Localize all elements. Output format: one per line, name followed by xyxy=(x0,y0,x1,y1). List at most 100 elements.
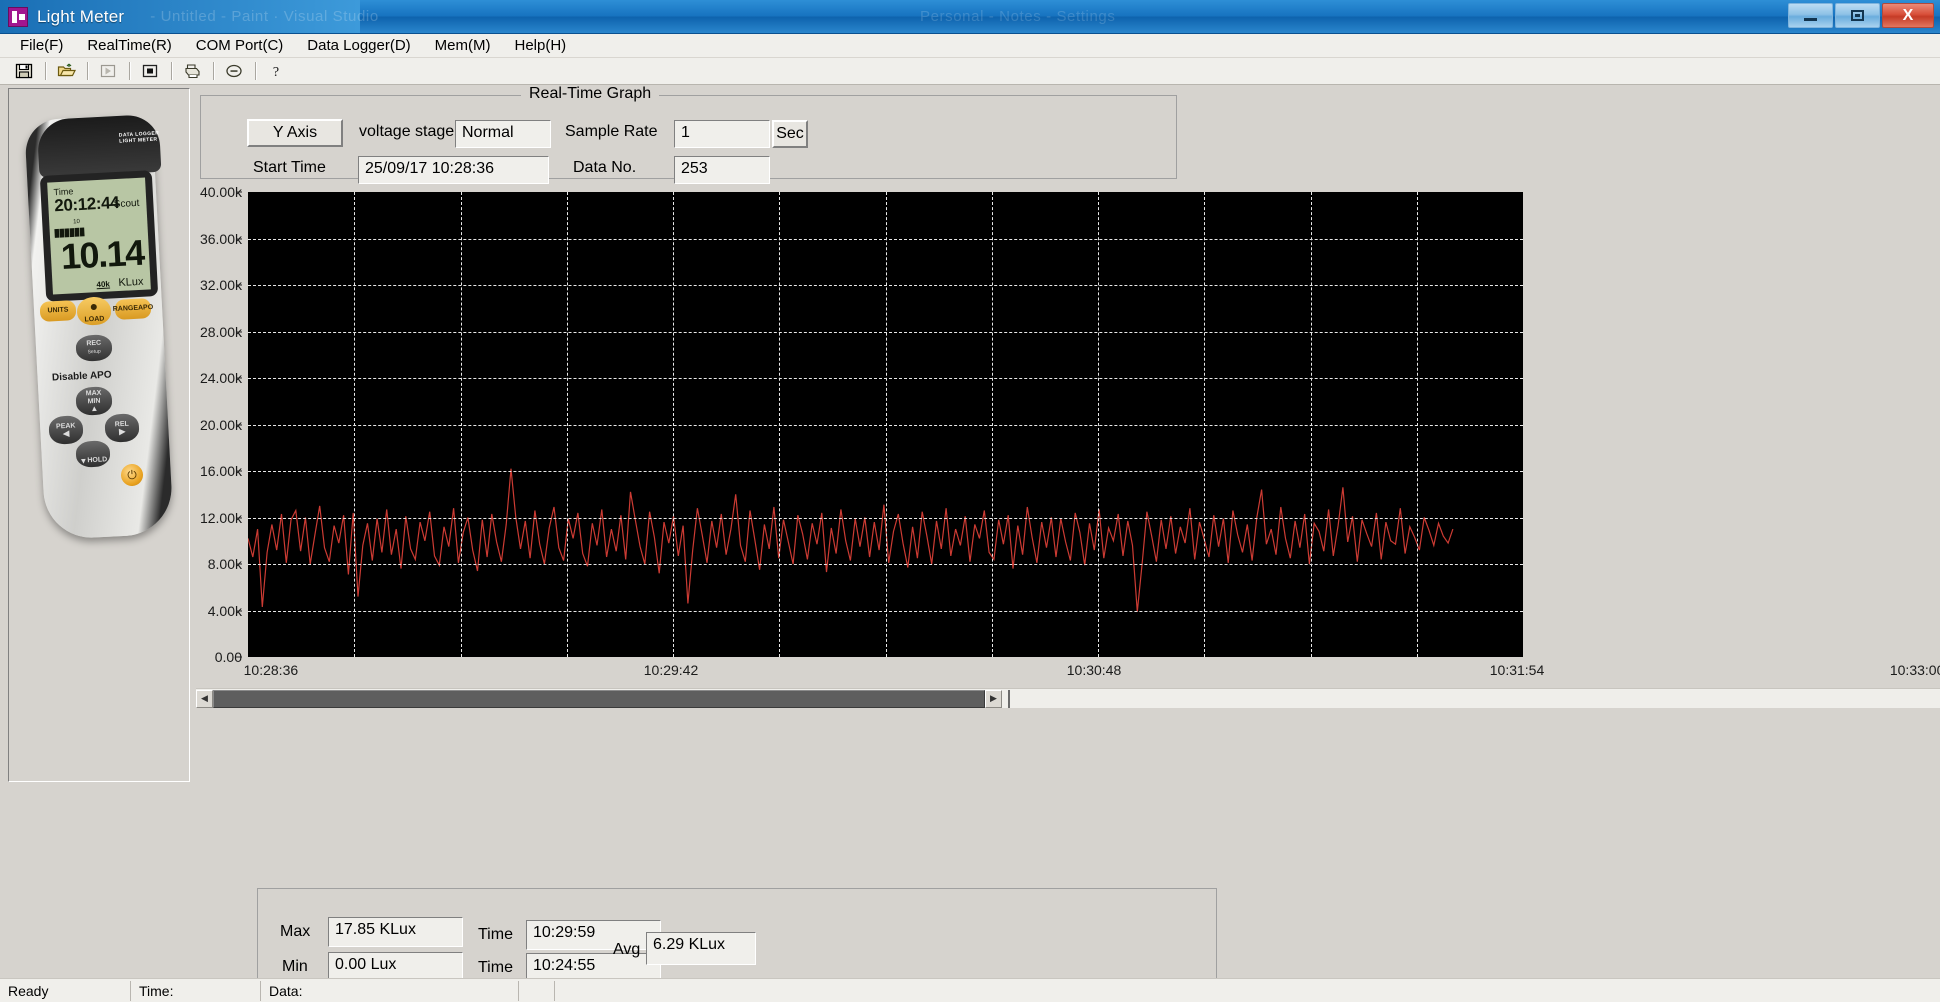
toolbar-separator-3 xyxy=(129,62,131,80)
open-button[interactable] xyxy=(52,59,80,83)
titlebar-ghost-text-2: Personal - Notes - Settings xyxy=(920,8,1116,25)
toolbar: ? xyxy=(0,58,1940,85)
chart-gridline-vertical xyxy=(1204,192,1206,657)
scrollbar-thumb[interactable] xyxy=(213,689,985,708)
window-title: Light Meter xyxy=(37,6,125,26)
sample-rate-unit-button[interactable]: Sec xyxy=(772,120,808,148)
window-titlebar: Light Meter - Untitled - Paint · Visual … xyxy=(0,0,1940,34)
chart-gridline-vertical xyxy=(566,192,568,657)
status-bar: Ready Time: Data: xyxy=(0,978,1940,1002)
device-units-button: UNITS xyxy=(39,300,77,322)
chart-plot-area[interactable] xyxy=(248,192,1523,657)
chart-gridline-vertical xyxy=(779,192,781,657)
avg-label: Avg xyxy=(613,941,641,958)
chart-y-axis: 0.00 4.00k 8.00k 12.00k 16.00k 20.00k 24.00k 28… xyxy=(196,182,248,682)
status-spacer-2 xyxy=(554,980,1940,1001)
y-tick-mark xyxy=(236,517,242,518)
menu-item-help[interactable]: Help(H) xyxy=(503,35,579,56)
scrollbar-track[interactable] xyxy=(1010,689,1940,708)
voltage-stage-field[interactable]: Normal xyxy=(455,120,551,148)
x-tick-label: 10:30:48 xyxy=(1066,662,1122,678)
voltage-stage-label: voltage stage xyxy=(359,123,455,140)
status-time-cell: Time: xyxy=(130,980,260,1001)
zoom-out-button[interactable] xyxy=(220,59,248,83)
print-icon xyxy=(185,64,200,79)
right-arrow-icon: ▶ xyxy=(990,693,997,703)
open-folder-icon xyxy=(57,63,76,77)
realtime-graph-groupbox: Real-Time Graph Y Axis voltage stage Nor… xyxy=(200,85,1177,184)
window-controls: X xyxy=(1786,3,1934,28)
scroll-left-button[interactable]: ◀ xyxy=(196,689,213,708)
toolbar-separator-2 xyxy=(87,62,89,80)
chart-gridline-vertical xyxy=(1310,192,1312,657)
save-button[interactable] xyxy=(10,59,38,83)
chart-x-axis: 10:28:36 10:29:42 10:30:48 10:31:54 10:33:00 xyxy=(196,662,1940,684)
lcd-range-label: 40k xyxy=(96,279,111,290)
maximize-button[interactable] xyxy=(1835,3,1880,28)
toolbar-separator-4 xyxy=(171,62,173,80)
titlebar-ghost-text: - Untitled - Paint · Visual Studio xyxy=(150,8,379,25)
sample-rate-label: Sample Rate xyxy=(565,123,658,140)
y-axis-button[interactable]: Y Axis xyxy=(247,119,343,147)
light-meter-device-image: DATA LOGGER LIGHT METER Time 20:12:44 Sc… xyxy=(19,109,179,541)
y-tick-mark xyxy=(236,424,242,425)
y-tick-mark xyxy=(236,331,242,332)
app-icon xyxy=(8,6,28,27)
device-model-label: DATA LOGGER LIGHT METER xyxy=(118,130,160,145)
chart-horizontal-scrollbar[interactable]: ◀ ▶ xyxy=(196,688,1940,708)
up-arrow-icon: ▲ xyxy=(90,403,99,414)
help-button[interactable]: ? xyxy=(262,59,290,83)
help-icon: ? xyxy=(273,65,279,80)
right-arrow-icon: ▶ xyxy=(118,426,126,437)
max-value-field[interactable]: 17.85 KLux xyxy=(328,917,463,947)
close-icon: X xyxy=(1902,6,1914,24)
zoom-out-icon xyxy=(226,64,242,78)
y-tick-mark xyxy=(236,191,242,193)
max-time-label: Time xyxy=(478,926,513,943)
scroll-right-button[interactable]: ▶ xyxy=(985,689,1002,708)
minimize-icon xyxy=(1804,18,1817,21)
y-tick-mark xyxy=(236,470,242,472)
svg-text:?: ? xyxy=(273,65,279,80)
data-no-field[interactable]: 253 xyxy=(674,156,770,184)
chart-gridline-vertical xyxy=(1098,192,1099,657)
device-lcd-screen: Time 20:12:44 Scout 10 ▮▮▮▮▮▮ 10.14 40k … xyxy=(47,177,151,295)
avg-value-field[interactable]: 6.29 KLux xyxy=(646,932,756,965)
start-button[interactable] xyxy=(94,59,122,83)
menu-item-mem[interactable]: Mem(M) xyxy=(423,35,503,56)
y-tick-mark xyxy=(236,377,242,379)
lcd-reading-value: 10.14 xyxy=(59,231,145,277)
device-range-apo-button: RANGE APO xyxy=(113,298,153,320)
stop-icon xyxy=(142,64,158,78)
status-ready-cell: Ready xyxy=(8,982,49,999)
menu-item-realtime[interactable]: RealTime(R) xyxy=(75,35,183,56)
menu-item-file[interactable]: File(F) xyxy=(8,35,75,56)
minimize-button[interactable] xyxy=(1788,3,1833,28)
min-label: Min xyxy=(282,958,308,975)
chart-gridline-vertical xyxy=(673,192,674,657)
max-time-field[interactable]: 10:29:59 xyxy=(526,920,661,950)
restore-icon xyxy=(1851,10,1864,21)
device-preview-panel: DATA LOGGER LIGHT METER Time 20:12:44 Sc… xyxy=(8,88,190,782)
y-tick-mark xyxy=(236,610,242,611)
chart-gridline-vertical xyxy=(991,192,993,657)
x-tick-label: 10:28:36 xyxy=(243,662,299,678)
print-button[interactable] xyxy=(178,59,206,83)
sample-rate-field[interactable]: 1 xyxy=(674,120,770,148)
menu-item-com-port[interactable]: COM Port(C) xyxy=(184,35,296,56)
menu-item-data-logger[interactable]: Data Logger(D) xyxy=(295,35,422,56)
stop-button[interactable] xyxy=(136,59,164,83)
chart-gridline-vertical xyxy=(1416,192,1418,657)
max-label: Max xyxy=(280,923,311,940)
lcd-time-value: 20:12:44 xyxy=(53,192,120,216)
power-icon: ⏻ xyxy=(126,467,138,482)
x-tick-label: 10:31:54 xyxy=(1489,662,1545,678)
y-tick-mark xyxy=(236,656,242,658)
y-tick-mark xyxy=(236,238,242,239)
chart-gridline-vertical xyxy=(885,192,887,657)
toolbar-separator-6 xyxy=(255,62,257,80)
start-time-field[interactable]: 25/09/17 10:28:36 xyxy=(358,156,549,184)
min-time-label: Time xyxy=(478,959,513,976)
close-button[interactable]: X xyxy=(1882,3,1934,28)
realtime-chart: 0.00 4.00k 8.00k 12.00k 16.00k 20.00k 24.00k 28… xyxy=(196,182,1940,682)
